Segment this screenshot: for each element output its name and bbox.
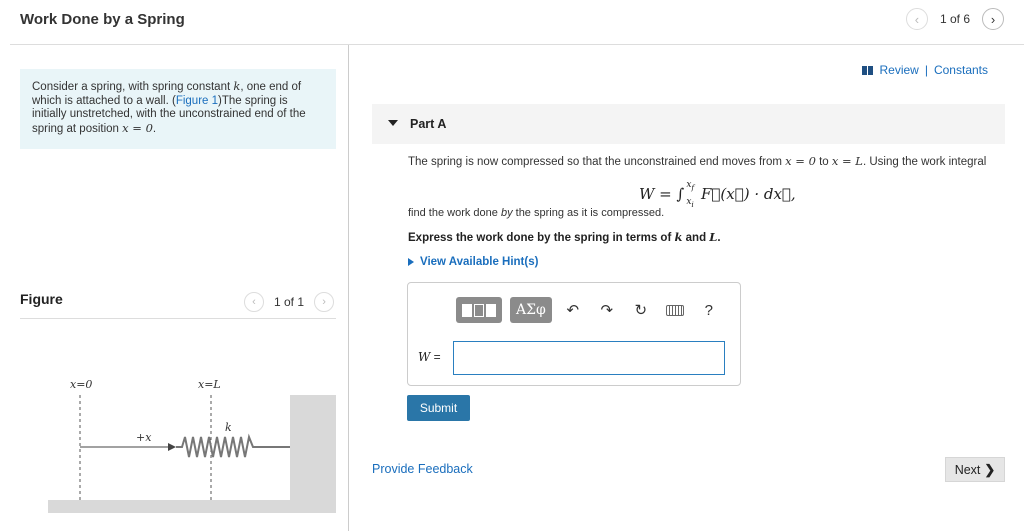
caret-down-icon xyxy=(388,120,398,126)
reset-button[interactable]: ↻ xyxy=(628,297,654,323)
link-separator: | xyxy=(924,63,928,77)
question-text-2: find the work done by the spring as it i… xyxy=(408,207,664,219)
answer-label-eq: = xyxy=(430,350,441,364)
redo-icon: ↷ xyxy=(600,302,614,319)
right-panel: Review | Constants Part A The spring is … xyxy=(349,45,1024,531)
wall xyxy=(290,395,336,513)
part-a-header[interactable]: Part A xyxy=(372,104,1005,144)
help-button[interactable]: ? xyxy=(696,297,722,323)
chevron-right-icon: ❯ xyxy=(984,461,996,477)
figure-divider xyxy=(20,318,336,319)
instruction-text: Express the work done by the spring in t… xyxy=(408,230,721,244)
question-part: find the work done xyxy=(408,207,501,219)
figure-page-indicator: 1 of 1 xyxy=(274,295,305,309)
question-emphasis: by xyxy=(500,207,513,219)
chevron-left-icon: ‹ xyxy=(252,296,256,308)
review-constants-links: Review | Constants xyxy=(862,63,988,77)
caret-right-icon xyxy=(408,258,414,266)
constants-link[interactable]: Constants xyxy=(934,63,988,77)
question-part: the spring as it is compressed. xyxy=(512,207,665,219)
next-figure-button[interactable]: › xyxy=(314,292,335,312)
answer-box: ΑΣφ ↶ ↷ ↻ ? W = xyxy=(407,282,741,386)
formula-upper-sub: f xyxy=(691,182,695,192)
question-to: x = L xyxy=(831,154,863,168)
reset-icon: ↻ xyxy=(634,302,648,319)
intro-text: Consider a spring, with spring constant xyxy=(32,81,234,93)
greek-symbols-button[interactable]: ΑΣφ xyxy=(510,297,552,323)
hints-label: View Available Hint(s) xyxy=(420,256,539,268)
top-bar: Work Done by a Spring ‹ 1 of 6 › xyxy=(0,0,1024,44)
spring xyxy=(176,433,290,458)
instruction-part: . xyxy=(717,232,721,244)
view-hints-link[interactable]: View Available Hint(s) xyxy=(408,256,538,268)
templates-button[interactable] xyxy=(456,297,502,323)
formula-lhs: W = ∫ xyxy=(639,184,685,203)
undo-button[interactable]: ↶ xyxy=(560,297,586,323)
chevron-right-icon: › xyxy=(322,296,326,308)
redo-button[interactable]: ↷ xyxy=(594,297,620,323)
intro-x0: x = 0 xyxy=(122,120,153,135)
axis-arrow xyxy=(168,443,176,451)
answer-label-var: W xyxy=(418,350,431,364)
prev-problem-button[interactable]: ‹ xyxy=(905,8,928,30)
page-title: Work Done by a Spring xyxy=(20,11,185,28)
next-problem-button[interactable]: › xyxy=(982,8,1004,30)
prev-figure-button[interactable]: ‹ xyxy=(244,292,264,312)
book-icon xyxy=(862,65,874,75)
figure-link[interactable]: Figure 1 xyxy=(176,95,218,107)
formula-lower-sub: i xyxy=(691,199,694,209)
label-k: k xyxy=(225,421,232,434)
math-toolbar: ΑΣφ ↶ ↷ ↻ ? xyxy=(456,297,722,323)
problem-intro: Consider a spring, with spring constant … xyxy=(20,69,336,149)
part-label: Part A xyxy=(410,117,447,131)
question-from: x = 0 xyxy=(785,154,816,168)
provide-feedback-link[interactable]: Provide Feedback xyxy=(372,462,473,476)
next-button[interactable]: Next ❯ xyxy=(945,457,1005,482)
keyboard-button[interactable] xyxy=(662,297,688,323)
intro-text: . xyxy=(152,122,157,135)
problem-pager: ‹ 1 of 6 › xyxy=(905,8,1004,30)
instruction-part: Express the work done by the spring in t… xyxy=(408,232,675,244)
next-label: Next xyxy=(954,462,981,477)
formula-rhs: F⃗(x⃗) · dx⃗, xyxy=(696,184,796,203)
floor xyxy=(48,500,336,513)
instruction-part: and xyxy=(682,232,710,244)
problem-page-indicator: 1 of 6 xyxy=(939,12,970,26)
question-part: The spring is now compressed so that the… xyxy=(408,156,786,168)
label-x0: x=0 xyxy=(70,378,92,391)
answer-input[interactable] xyxy=(453,341,725,375)
question-part: . Using the work integral xyxy=(862,156,987,168)
question-text: The spring is now compressed so that the… xyxy=(408,154,1008,168)
label-xL: x=L xyxy=(198,378,221,391)
templates-icon xyxy=(462,303,496,317)
keyboard-icon xyxy=(665,304,684,316)
chevron-right-icon: › xyxy=(990,11,996,27)
submit-button[interactable]: Submit xyxy=(407,395,470,421)
spring-figure: x=0 x=L +x k xyxy=(48,378,336,513)
work-integral-formula: W = ∫ xf xi F⃗(x⃗) · dx⃗, xyxy=(639,181,796,209)
figure-title: Figure xyxy=(20,291,63,307)
question-part: to xyxy=(815,156,832,168)
chevron-left-icon: ‹ xyxy=(914,11,920,27)
figure-pager: ‹ 1 of 1 › xyxy=(244,292,335,312)
undo-icon: ↶ xyxy=(566,302,580,319)
answer-label: W = xyxy=(418,350,441,364)
review-link[interactable]: Review xyxy=(879,63,918,77)
left-panel: Consider a spring, with spring constant … xyxy=(0,45,348,531)
label-plus-x: +x xyxy=(136,431,152,444)
